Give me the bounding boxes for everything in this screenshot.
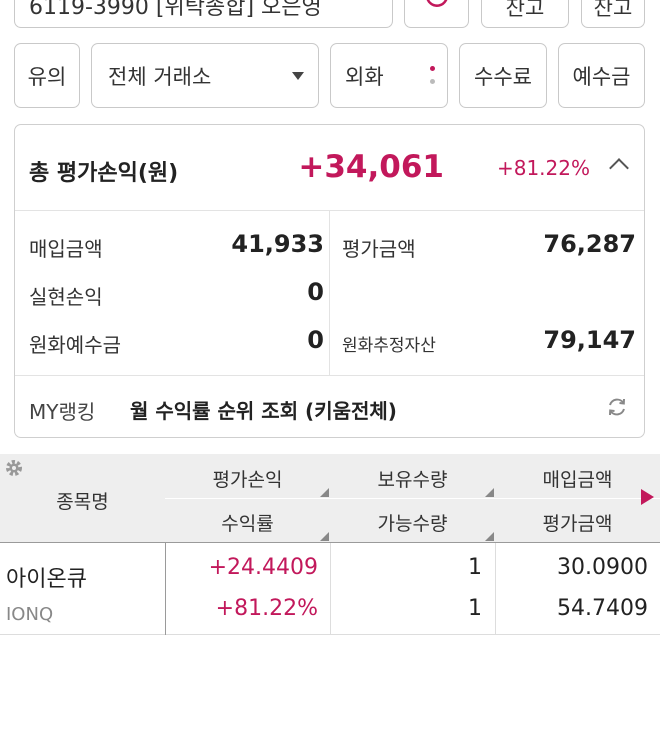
column-divider bbox=[165, 543, 166, 635]
chevron-up-icon[interactable] bbox=[609, 158, 629, 178]
header-eval-pnl[interactable]: 평가손익 bbox=[165, 465, 330, 492]
column-divider bbox=[329, 211, 330, 375]
currency-label: 외화 bbox=[345, 64, 384, 89]
column-divider bbox=[495, 543, 496, 635]
row-purchase-amount: 30.0900 bbox=[557, 555, 648, 580]
row-available-qty: 1 bbox=[468, 596, 482, 621]
account-text: 6119-3990 [위탁종합] 오은영 bbox=[29, 0, 322, 20]
deposit-button[interactable]: 예수금 bbox=[558, 43, 645, 108]
header-holding-qty[interactable]: 보유수량 bbox=[330, 465, 495, 492]
column-divider bbox=[330, 543, 331, 635]
refresh-icon[interactable] bbox=[606, 396, 628, 418]
header-available-qty[interactable]: 가능수량 bbox=[330, 509, 495, 536]
toggle-dot-active-icon bbox=[430, 66, 435, 71]
sort-corner-icon bbox=[320, 488, 329, 497]
purchase-amount-value: 41,933 bbox=[231, 230, 324, 258]
row-eval-pnl: +24.4409 bbox=[208, 555, 318, 580]
account-refresh-button[interactable] bbox=[404, 0, 469, 28]
stock-name: 아이온큐 bbox=[6, 567, 87, 592]
total-pnl-value: +34,061 bbox=[298, 149, 444, 185]
table-row[interactable]: 아이온큐 IONQ +24.4409 +81.22% 1 1 30.0900 5… bbox=[0, 543, 660, 635]
eval-amount-value: 76,287 bbox=[543, 230, 636, 258]
fee-button[interactable]: 수수료 bbox=[459, 43, 547, 108]
header-return-rate[interactable]: 수익률 bbox=[165, 509, 330, 536]
holdings-table-header: 종목명 평가손익 수익률 보유수량 가능수량 매입금액 평가금액 bbox=[0, 454, 660, 543]
summary-header[interactable]: 총 평가손익(원) +34,061 +81.22% bbox=[15, 125, 644, 211]
realized-pnl-value: 0 bbox=[307, 278, 324, 306]
notice-label: 유의 bbox=[27, 64, 67, 89]
toggle-dot-inactive-icon bbox=[430, 79, 435, 84]
balance-button[interactable]: 잔고 bbox=[481, 0, 569, 28]
total-pnl-label: 총 평가손익(원) bbox=[29, 161, 179, 186]
row-holding-qty: 1 bbox=[468, 555, 482, 580]
chevron-down-icon bbox=[292, 72, 304, 80]
balance-button-2[interactable]: 잔고 bbox=[581, 0, 645, 28]
eval-amount-label: 평가금액 bbox=[342, 237, 416, 261]
my-ranking-label: MY랭킹 bbox=[29, 400, 96, 424]
sort-corner-icon bbox=[485, 488, 494, 497]
header-stock-name[interactable]: 종목명 bbox=[0, 487, 165, 514]
ranking-row[interactable]: MY랭킹 월 수익률 순위 조회 (키움전체) bbox=[15, 375, 644, 439]
purchase-amount-label: 매입금액 bbox=[29, 237, 103, 261]
account-row: 6119-3990 [위탁종합] 오은영 잔고 잔고 bbox=[0, 0, 660, 28]
exchange-label: 전체 거래소 bbox=[108, 64, 212, 89]
header-purchase-amount[interactable]: 매입금액 bbox=[495, 465, 660, 492]
header-eval-amount[interactable]: 평가금액 bbox=[495, 509, 660, 536]
header-row-divider bbox=[165, 498, 660, 499]
deposit-label: 예수금 bbox=[572, 64, 631, 89]
krw-estimated-assets-value: 79,147 bbox=[543, 326, 636, 354]
exchange-dropdown[interactable]: 전체 거래소 bbox=[91, 43, 319, 108]
total-return-rate: +81.22% bbox=[496, 156, 590, 180]
row-eval-amount: 54.7409 bbox=[557, 596, 648, 621]
refresh-icon bbox=[426, 0, 448, 7]
krw-deposit-label: 원화예수금 bbox=[29, 333, 121, 357]
notice-button[interactable]: 유의 bbox=[14, 43, 80, 108]
scroll-right-arrow-icon[interactable] bbox=[641, 489, 654, 505]
stock-ticker: IONQ bbox=[6, 604, 54, 625]
sort-corner-icon bbox=[485, 532, 494, 541]
sort-corner-icon bbox=[320, 532, 329, 541]
evaluation-summary-card: 총 평가손익(원) +34,061 +81.22% 매입금액 41,933 평가… bbox=[14, 124, 645, 438]
gear-icon[interactable] bbox=[3, 457, 25, 479]
krw-estimated-assets-label: 원화추정자산 bbox=[342, 336, 436, 356]
fee-label: 수수료 bbox=[474, 64, 532, 89]
ranking-link[interactable]: 월 수익률 순위 조회 (키움전체) bbox=[130, 395, 397, 424]
row-return-rate: +81.22% bbox=[215, 596, 318, 621]
account-selector[interactable]: 6119-3990 [위탁종합] 오은영 bbox=[14, 0, 393, 28]
krw-deposit-value: 0 bbox=[307, 326, 324, 354]
realized-pnl-label: 실현손익 bbox=[29, 285, 103, 309]
currency-toggle[interactable]: 외화 bbox=[330, 43, 448, 108]
